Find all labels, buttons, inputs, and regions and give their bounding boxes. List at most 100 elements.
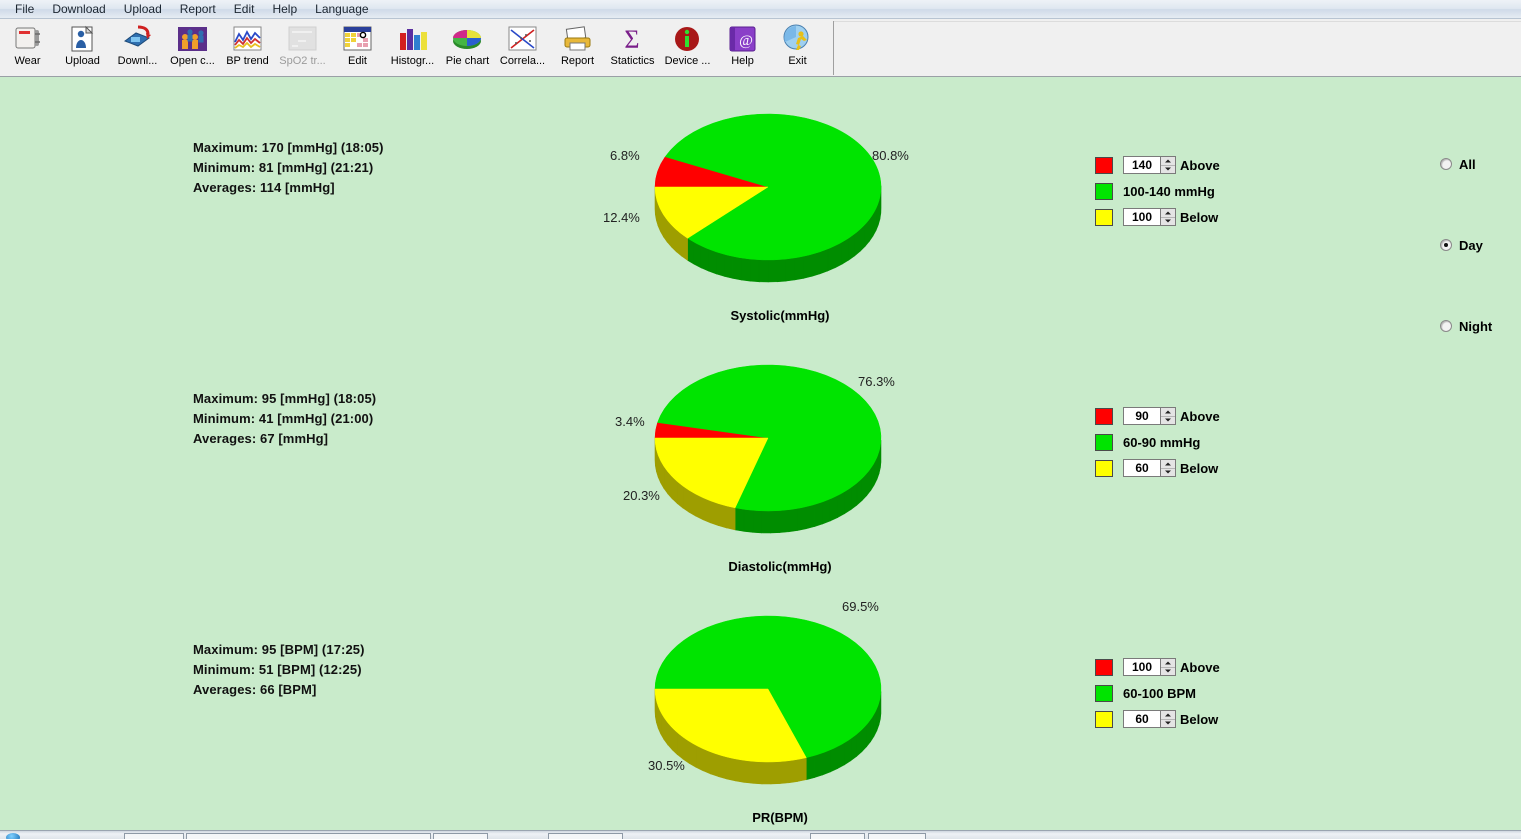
- toolbar-button-edit[interactable]: Edit: [330, 21, 385, 75]
- sigma-icon: Σ: [616, 24, 649, 54]
- above-threshold-spinner-value[interactable]: 100: [1124, 659, 1160, 675]
- radio-option-night[interactable]: Night: [1440, 317, 1521, 335]
- legend-diastolic: 90Above60-90 mmHg60Below: [1095, 403, 1325, 481]
- radio-indicator-night[interactable]: [1440, 320, 1452, 332]
- menu-item-report[interactable]: Report: [171, 1, 225, 18]
- stepper-up-icon[interactable]: [1161, 711, 1175, 720]
- above-threshold-spinner-stepper[interactable]: [1160, 157, 1175, 173]
- bp-trend-icon: [231, 24, 264, 54]
- legend-row-above: 90 Above: [1095, 403, 1325, 429]
- legend-systolic: 140Above100-140 mmHg100Below: [1095, 152, 1325, 230]
- toolbar-button-correla[interactable]: Correla...: [495, 21, 550, 75]
- pie-svg-systolic: [600, 90, 960, 305]
- toolbar-buttons: WearUploadDownl...Open c...BP trendSpO2 …: [0, 21, 834, 75]
- stat-maximum: Maximum: 170 [mmHg] (18:05): [193, 138, 384, 158]
- taskbar-item[interactable]: [433, 833, 488, 839]
- above-threshold-spinner[interactable]: 100: [1123, 658, 1176, 676]
- toolbar-button-statictics[interactable]: ΣStatictics: [605, 21, 660, 75]
- pie-chart-diastolic: 3.4% 76.3% 20.3% Diastolic(mmHg): [600, 341, 960, 592]
- above-threshold-spinner[interactable]: 140: [1123, 156, 1176, 174]
- above-threshold-spinner-stepper[interactable]: [1160, 408, 1175, 424]
- legend-label-below: Below: [1180, 712, 1218, 727]
- pie-caption-pulse-rate: PR(BPM): [600, 810, 960, 825]
- start-orb-icon[interactable]: [6, 833, 20, 839]
- toolbar-button-label: Histogr...: [391, 55, 434, 67]
- below-threshold-spinner[interactable]: 60: [1123, 459, 1176, 477]
- legend-label-above: Above: [1180, 158, 1220, 173]
- above-threshold-spinner[interactable]: 90: [1123, 407, 1176, 425]
- below-threshold-spinner-stepper[interactable]: [1160, 711, 1175, 727]
- toolbar-button-wear[interactable]: Wear: [0, 21, 55, 75]
- toolbar-button-label: Help: [731, 55, 754, 67]
- toolbar-button-report[interactable]: Report: [550, 21, 605, 75]
- below-threshold-spinner[interactable]: 100: [1123, 208, 1176, 226]
- toolbar-button-pie-chart[interactable]: Pie chart: [440, 21, 495, 75]
- above-threshold-spinner-value[interactable]: 90: [1124, 408, 1160, 424]
- stepper-down-icon[interactable]: [1161, 166, 1175, 174]
- stepper-down-icon[interactable]: [1161, 668, 1175, 676]
- stepper-up-icon[interactable]: [1161, 157, 1175, 166]
- toolbar-button-histogr[interactable]: Histogr...: [385, 21, 440, 75]
- above-threshold-spinner-stepper[interactable]: [1160, 659, 1175, 675]
- toolbar-button-label: Statictics: [610, 55, 654, 67]
- below-threshold-spinner[interactable]: 60: [1123, 710, 1176, 728]
- menu-item-language[interactable]: Language: [306, 1, 377, 18]
- stepper-up-icon[interactable]: [1161, 408, 1175, 417]
- toolbar-button-upload[interactable]: Upload: [55, 21, 110, 75]
- below-threshold-spinner-stepper[interactable]: [1160, 209, 1175, 225]
- radio-label-all: All: [1459, 157, 1476, 172]
- toolbar-button-label: Pie chart: [446, 55, 489, 67]
- stepper-down-icon[interactable]: [1161, 417, 1175, 425]
- toolbar-button-bp-trend[interactable]: BP trend: [220, 21, 275, 75]
- above-threshold-spinner-value[interactable]: 140: [1124, 157, 1160, 173]
- upload-person-icon: [66, 24, 99, 54]
- taskbar-item[interactable]: [124, 833, 184, 839]
- toolbar-button-label: Edit: [348, 55, 367, 67]
- stepper-down-icon[interactable]: [1161, 218, 1175, 226]
- toolbar-button-help[interactable]: @Help: [715, 21, 770, 75]
- taskbar-item[interactable]: [186, 833, 431, 839]
- taskbar-item[interactable]: [810, 833, 865, 839]
- legend-label-normal: 60-100 BPM: [1123, 686, 1196, 701]
- menu-item-upload[interactable]: Upload: [115, 1, 171, 18]
- stat-maximum: Maximum: 95 [BPM] (17:25): [193, 640, 365, 660]
- stepper-up-icon[interactable]: [1161, 659, 1175, 668]
- legend-label-below: Below: [1180, 210, 1218, 225]
- legend-swatch-normal: [1095, 183, 1113, 200]
- menu-item-edit[interactable]: Edit: [225, 1, 264, 18]
- taskbar-item[interactable]: [868, 833, 926, 839]
- toolbar-button-downl[interactable]: Downl...: [110, 21, 165, 75]
- toolbar-button-open-c[interactable]: Open c...: [165, 21, 220, 75]
- radio-option-all[interactable]: All: [1440, 155, 1521, 173]
- stat-averages: Averages: 114 [mmHg]: [193, 178, 384, 198]
- radio-indicator-day[interactable]: [1440, 239, 1452, 251]
- toolbar-button-device[interactable]: Device ...: [660, 21, 715, 75]
- menu-bar: File Download Upload Report Edit Help La…: [0, 0, 1521, 19]
- histogram-icon: [396, 24, 429, 54]
- taskbar-item[interactable]: [548, 833, 623, 839]
- stepper-down-icon[interactable]: [1161, 720, 1175, 728]
- panel-pulse-rate: Maximum: 95 [BPM] (17:25) Minimum: 51 [B…: [0, 592, 1521, 839]
- below-threshold-spinner-stepper[interactable]: [1160, 460, 1175, 476]
- pie-label-below: 12.4%: [603, 210, 640, 225]
- radio-option-day[interactable]: Day: [1440, 236, 1521, 254]
- menu-item-download[interactable]: Download: [43, 1, 114, 18]
- stepper-down-icon[interactable]: [1161, 469, 1175, 477]
- legend-label-above: Above: [1180, 409, 1220, 424]
- stepper-up-icon[interactable]: [1161, 209, 1175, 218]
- wear-device-icon: [11, 24, 44, 54]
- below-threshold-spinner-value[interactable]: 60: [1124, 711, 1160, 727]
- toolbar-button-exit[interactable]: Exit: [770, 21, 825, 75]
- legend-row-above: 100Above: [1095, 654, 1325, 680]
- stepper-up-icon[interactable]: [1161, 460, 1175, 469]
- legend-swatch-normal: [1095, 685, 1113, 702]
- legend-row-below: 100 Below: [1095, 204, 1325, 230]
- legend-row-above: 140 Above: [1095, 152, 1325, 178]
- toolbar-empty-area: [834, 21, 1521, 76]
- below-threshold-spinner-value[interactable]: 100: [1124, 209, 1160, 225]
- menu-item-file[interactable]: File: [6, 1, 43, 18]
- radio-indicator-all[interactable]: [1440, 158, 1452, 170]
- below-threshold-spinner-value[interactable]: 60: [1124, 460, 1160, 476]
- menu-item-help[interactable]: Help: [263, 1, 306, 18]
- pie-chart-icon: [451, 24, 484, 54]
